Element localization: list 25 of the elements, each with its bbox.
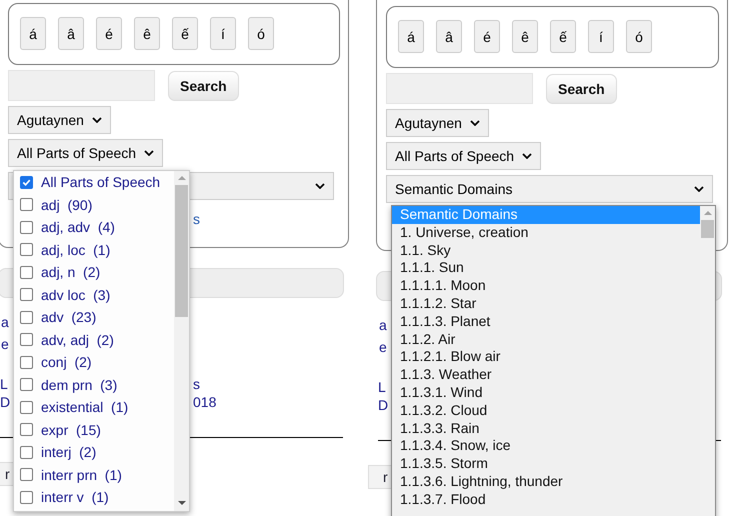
info-text: D bbox=[0, 393, 10, 411]
option-text: conj (2) bbox=[41, 354, 92, 370]
option-text: interr prn (1) bbox=[41, 466, 122, 483]
option-text: interr v (1) bbox=[41, 489, 109, 506]
info-text: s bbox=[193, 375, 201, 393]
option-text: dem prn (3) bbox=[41, 376, 118, 393]
option-text: adv (23) bbox=[41, 309, 96, 326]
option-text: existential (1) bbox=[41, 399, 128, 416]
option-text: adv loc (3) bbox=[41, 286, 110, 303]
result-text: e bbox=[379, 338, 387, 357]
result-text: a bbox=[379, 316, 387, 335]
option-text: All Parts of Speech bbox=[41, 174, 160, 190]
info-text: L bbox=[378, 378, 386, 396]
option-text: adj, n (2) bbox=[41, 264, 100, 280]
info-text: L bbox=[0, 375, 8, 393]
option-text: interj (2) bbox=[41, 444, 96, 460]
result-text: a bbox=[1, 313, 9, 332]
option-text: adj (90) bbox=[41, 196, 92, 213]
info-text: D bbox=[378, 396, 388, 414]
option-text: adj, loc (1) bbox=[41, 242, 110, 258]
option-text: expr (15) bbox=[41, 422, 101, 438]
option-text: adj, adv (4) bbox=[41, 219, 115, 236]
info-text: 018 bbox=[193, 393, 218, 411]
option-text: adv, adj (2) bbox=[41, 332, 114, 348]
result-text: e bbox=[1, 335, 9, 354]
